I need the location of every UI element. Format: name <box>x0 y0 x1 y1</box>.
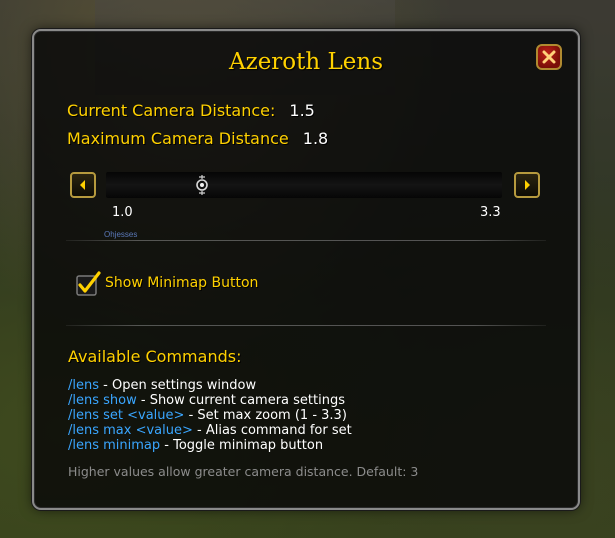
command-desc: - Toggle minimap button <box>160 438 324 453</box>
command-name: /lens max <value> <box>68 423 193 438</box>
slider-decrease-button[interactable] <box>70 172 96 198</box>
arrow-left-icon <box>80 180 85 190</box>
footnote-text: Higher values allow greater camera dista… <box>68 464 419 479</box>
command-desc: - Open settings window <box>99 378 257 393</box>
minimap-checkbox-label[interactable]: Show Minimap Button <box>105 275 258 291</box>
current-distance-label: Current Camera Distance: <box>67 101 276 120</box>
slider-increase-button[interactable] <box>514 172 540 198</box>
max-distance-label: Maximum Camera Distance <box>67 129 289 148</box>
section-divider <box>66 240 546 241</box>
command-row: /lens - Open settings window <box>68 378 352 393</box>
commands-list: /lens - Open settings window /lens show … <box>68 378 352 453</box>
slider-min-label: 1.0 <box>112 205 133 220</box>
settings-window: Azeroth Lens Current Camera Distance: 1.5… <box>32 29 580 510</box>
section-divider <box>66 325 546 326</box>
command-row: /lens show - Show current camera setting… <box>68 393 352 408</box>
command-name: /lens set <value> <box>68 408 185 423</box>
command-name: /lens <box>68 378 100 393</box>
close-x-icon <box>542 50 556 64</box>
command-row: /lens max <value> - Alias command for se… <box>68 423 352 438</box>
current-distance-value: 1.5 <box>289 101 315 120</box>
command-desc: - Show current camera settings <box>136 393 345 408</box>
command-name: /lens minimap <box>68 438 161 453</box>
slider-sub-label: Ohjesses <box>104 230 138 239</box>
commands-heading: Available Commands: <box>68 347 242 366</box>
minimap-checkbox[interactable] <box>72 269 102 299</box>
close-button[interactable] <box>536 44 562 70</box>
max-distance-value: 1.8 <box>302 129 329 148</box>
command-desc: - Set max zoom (1 - 3.3) <box>184 408 347 423</box>
command-row: /lens minimap - Toggle minimap button <box>68 438 352 453</box>
slider-thumb-icon[interactable] <box>195 174 209 196</box>
slider-max-label: 3.3 <box>480 205 501 220</box>
current-distance-row: Current Camera Distance: 1.5 <box>67 101 315 120</box>
command-row: /lens set <value> - Set max zoom (1 - 3.… <box>68 408 352 423</box>
command-name: /lens show <box>68 393 137 408</box>
camera-distance-slider[interactable] <box>106 172 502 198</box>
window-title: Azeroth Lens <box>228 49 384 75</box>
max-distance-row: Maximum Camera Distance 1.8 <box>67 129 328 148</box>
arrow-right-icon <box>525 180 530 190</box>
command-desc: - Alias command for set <box>192 423 352 438</box>
